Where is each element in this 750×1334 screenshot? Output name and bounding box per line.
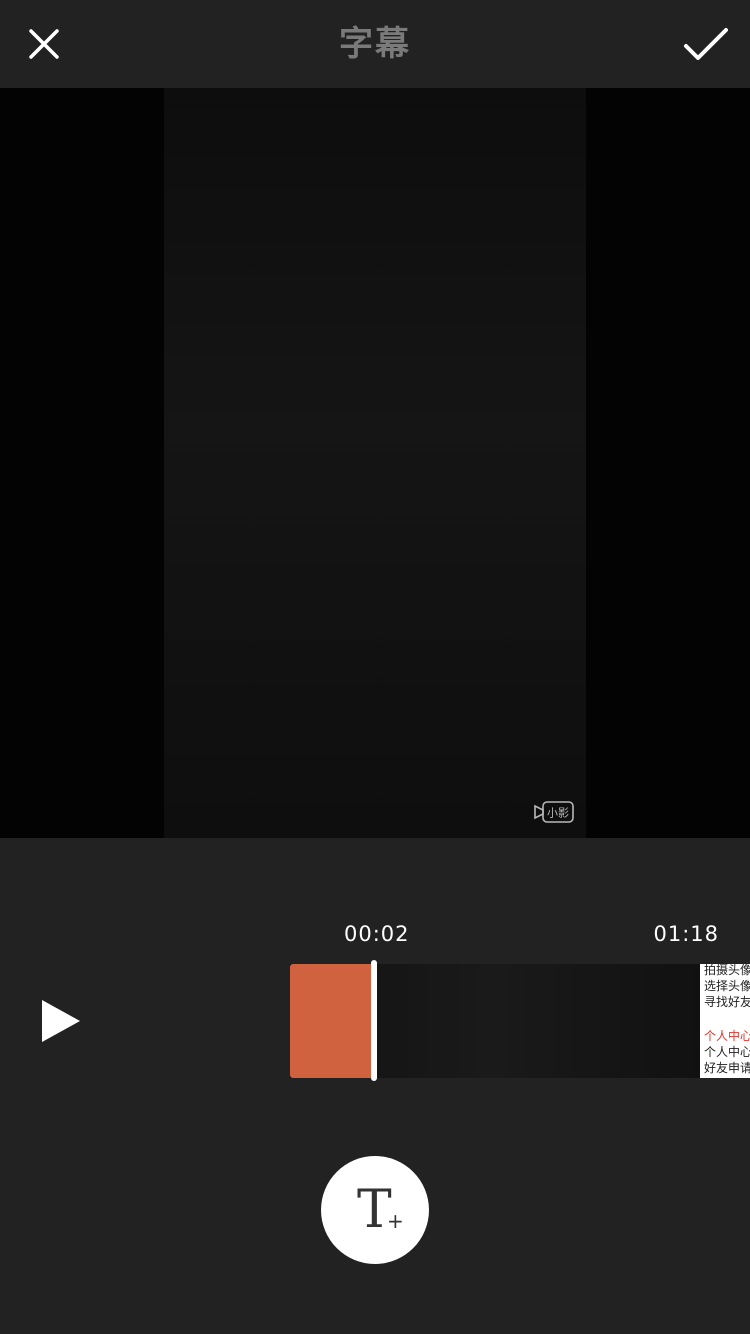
thumbnail-text-line-highlight: 个人中心 xyxy=(704,1029,750,1043)
top-bar: 字幕 xyxy=(0,0,750,88)
plus-icon: + xyxy=(387,1209,404,1233)
play-icon xyxy=(42,1000,80,1042)
svg-text:小影: 小影 xyxy=(547,807,569,820)
check-icon xyxy=(684,28,728,60)
subtitle-editor-screen: 字幕 小影 00:02 01:18 拍摄头像 选择头像 寻找好友 个人中心 个人… xyxy=(0,0,750,1334)
timeline-thumbnail-text-frame: 拍摄头像 选择头像 寻找好友 个人中心 个人中心 好友申请 xyxy=(700,964,750,1078)
thumbnail-text-line: 寻找好友 xyxy=(704,995,750,1009)
play-button[interactable] xyxy=(22,978,98,1066)
watermark-logo: 小影 xyxy=(533,800,575,824)
playhead-cursor[interactable] xyxy=(371,960,377,1081)
subtitle-segment[interactable] xyxy=(290,964,374,1078)
thumbnail-text-line: 个人中心 xyxy=(704,1045,750,1059)
page-title: 字幕 xyxy=(339,24,411,64)
current-time: 00:02 xyxy=(344,922,410,946)
total-time: 01:18 xyxy=(653,922,719,946)
confirm-button[interactable] xyxy=(682,24,730,64)
video-frame xyxy=(164,88,586,838)
video-preview[interactable]: 小影 xyxy=(0,88,750,838)
add-subtitle-button[interactable]: T + xyxy=(321,1156,429,1264)
thumbnail-text-line: 选择头像 xyxy=(704,979,750,993)
camera-watermark-icon: 小影 xyxy=(534,801,574,823)
thumbnail-text-line: 好友申请 xyxy=(704,1061,750,1075)
thumbnail-text-line: 拍摄头像 xyxy=(704,964,750,977)
